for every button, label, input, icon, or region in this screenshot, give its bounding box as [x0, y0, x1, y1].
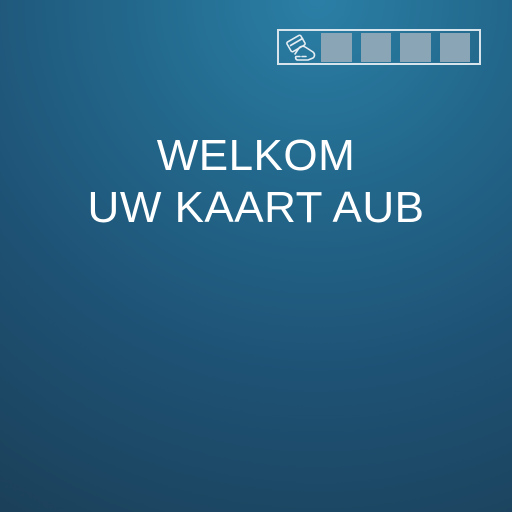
progress-slot-4 — [439, 32, 471, 62]
card-insert-icon — [282, 32, 321, 62]
progress-slot-1 — [321, 32, 352, 62]
welcome-message: WELKOM UW KAART AUB — [0, 130, 512, 234]
progress-slot-3 — [400, 32, 431, 62]
welcome-heading: WELKOM — [156, 131, 356, 180]
progress-slot-2 — [360, 32, 392, 62]
card-status-panel — [277, 29, 481, 65]
atm-screen: WELKOM UW KAART AUB — [0, 0, 512, 512]
insert-card-prompt: UW KAART AUB — [87, 183, 425, 232]
